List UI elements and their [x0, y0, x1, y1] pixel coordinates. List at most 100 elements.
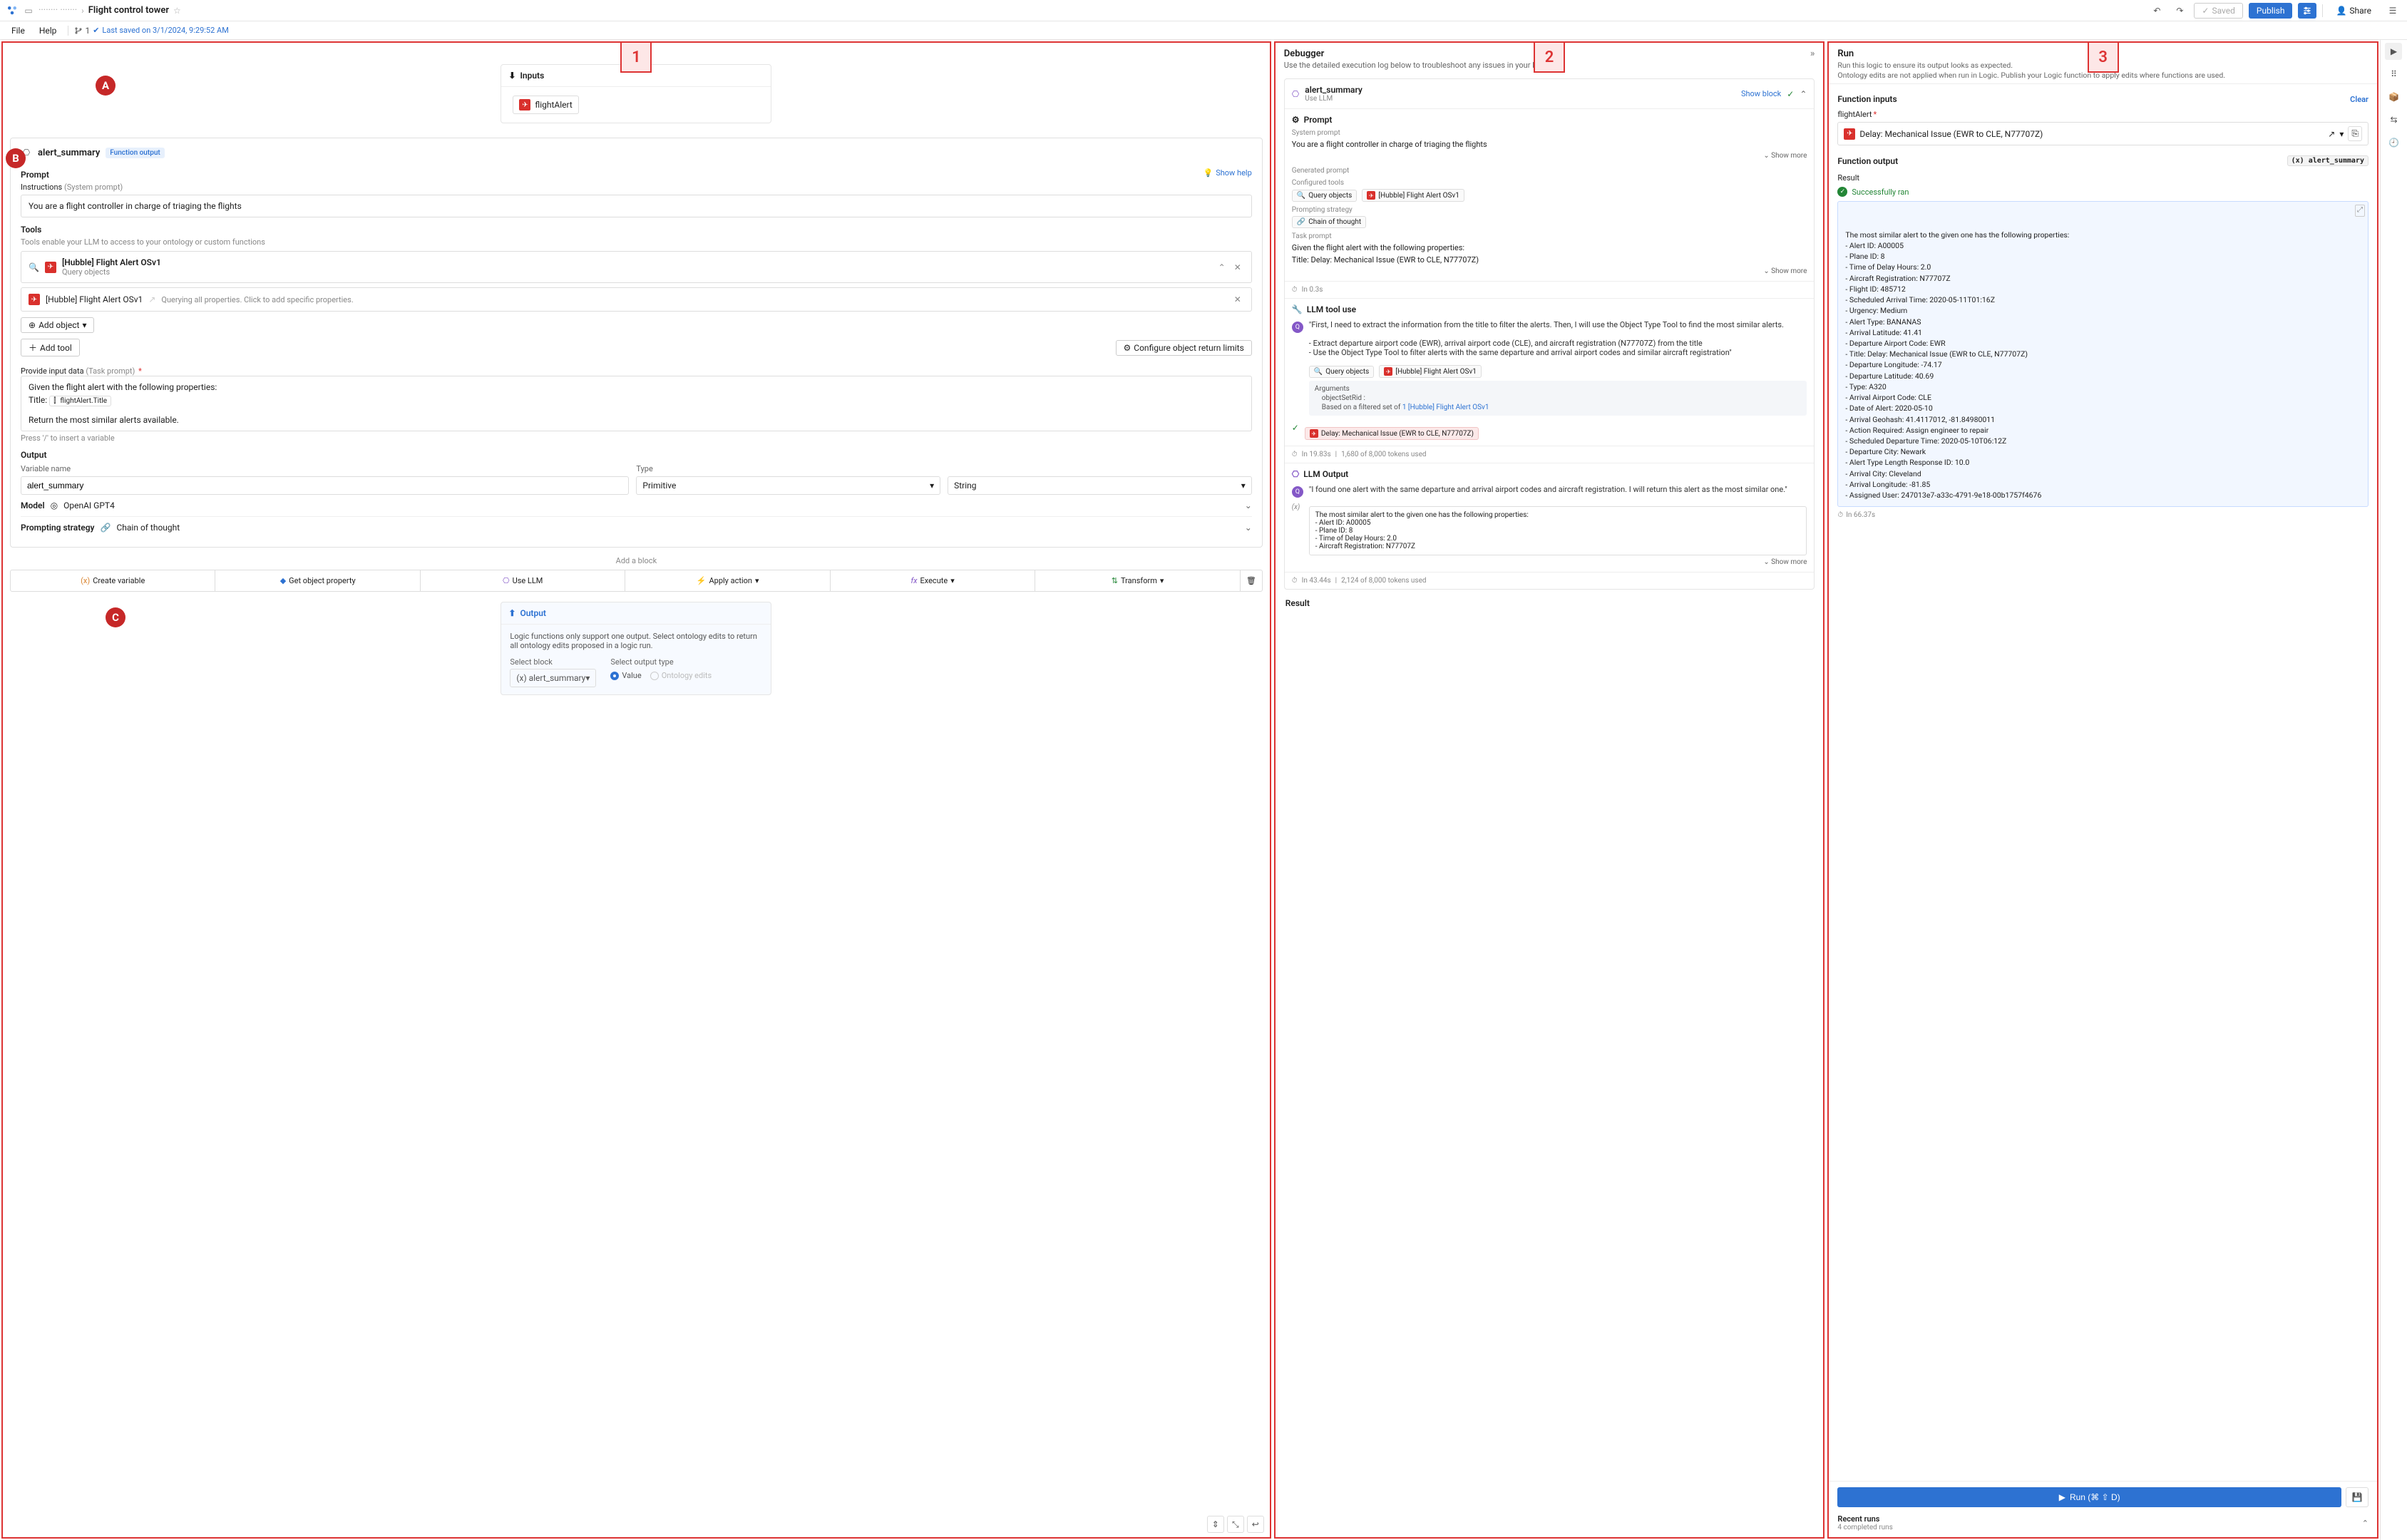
task-prompt-l1: Given the flight alert with the followin…: [1292, 243, 1807, 252]
task-prompt-input[interactable]: Given the flight alert with the followin…: [21, 376, 1252, 431]
app-logo-icon[interactable]: [6, 4, 19, 17]
tool-query-hint[interactable]: Querying all properties. Click to add sp…: [161, 295, 1225, 304]
expand-icon[interactable]: ⤢: [2355, 205, 2365, 217]
show-more-link[interactable]: ⌄ Show more: [1292, 152, 1807, 160]
close-icon[interactable]: ✕: [1231, 262, 1244, 272]
redo-icon[interactable]: ↷: [2171, 2, 2188, 19]
input-variable-chip[interactable]: ✈ flightAlert: [513, 96, 578, 114]
select-block-label: Select block: [510, 657, 596, 667]
expand-vert-icon[interactable]: ⇕: [1207, 1516, 1224, 1533]
execute-button[interactable]: fxExecute ▾: [831, 570, 1035, 591]
panel-number-3: 3: [2088, 41, 2119, 73]
task-variable-chip[interactable]: ⫿ flightAlert.Title: [49, 396, 111, 406]
save-run-button[interactable]: 💾: [2346, 1487, 2368, 1507]
output-icon: ⬆: [508, 608, 515, 618]
file-menu[interactable]: File: [6, 24, 31, 37]
chevron-down-icon[interactable]: ⌄: [1245, 500, 1252, 510]
timer-icon: ⏱: [1292, 451, 1298, 458]
chevron-down-icon[interactable]: ⌄: [1245, 523, 1252, 533]
tools-title: Tools: [21, 225, 1252, 235]
use-llm-button[interactable]: ⎔Use LLM: [421, 570, 625, 591]
spacer: [948, 464, 1252, 473]
transform-button[interactable]: ⇅Transform ▾: [1035, 570, 1240, 591]
breadcrumb-parent[interactable]: ········ ·······: [39, 5, 77, 16]
share-button[interactable]: 👤 Share: [2329, 4, 2378, 18]
llm-block-icon: ⎔: [1292, 89, 1299, 99]
instructions-label: Instructions: [21, 183, 62, 192]
external-link-icon[interactable]: ↗: [148, 294, 155, 304]
undo-icon[interactable]: ↶: [2148, 2, 2165, 19]
branch-indicator[interactable]: 1: [74, 26, 90, 36]
chip-query-objects: 🔍 Query objects: [1309, 366, 1375, 378]
select-block-dropdown[interactable]: (x) alert_summary▾: [510, 669, 596, 687]
debug-icon[interactable]: ⠿: [2385, 66, 2402, 83]
show-more-link[interactable]: ⌄ Show more: [1292, 267, 1807, 275]
add-tool-button[interactable]: ＋ Add tool: [21, 339, 80, 356]
args-link[interactable]: 1 [Hubble] Flight Alert OSv1: [1402, 404, 1489, 411]
result-label: Result: [1837, 173, 2368, 183]
play-icon[interactable]: ▶: [2385, 43, 2402, 60]
clear-link[interactable]: Clear: [2350, 95, 2368, 104]
delete-block-button[interactable]: 🗑: [1241, 570, 1262, 591]
block-title: alert_summary: [38, 148, 100, 158]
chevron-up-icon[interactable]: ⌃: [2362, 1519, 2368, 1528]
apply-action-button[interactable]: ⚡Apply action ▾: [625, 570, 830, 591]
add-object-button[interactable]: ⊕ Add object ▾: [21, 317, 94, 333]
history-icon[interactable]: 🕘: [2385, 134, 2402, 151]
tool-sub: Query objects: [62, 267, 161, 277]
letter-badge-c: C: [106, 607, 125, 627]
fx-badge: (x): [1292, 503, 1303, 555]
result-box: ⤢ The most similar alert to the given on…: [1837, 201, 2368, 507]
radio-value[interactable]: Value: [610, 671, 641, 680]
prompt-section-title: Prompt: [21, 170, 49, 180]
llm-output-preview: The most similar alert to the given one …: [1309, 506, 1807, 555]
model-value: OpenAI GPT4: [63, 500, 115, 510]
timer-3a: In 43.44s: [1302, 577, 1331, 585]
output-card-desc: Logic functions only support one output.…: [510, 632, 762, 650]
help-menu[interactable]: Help: [34, 24, 63, 37]
generated-prompt-label: Generated prompt: [1292, 167, 1807, 175]
arguments-box: Arguments objectSetRid : Based on a filt…: [1309, 381, 1807, 416]
collapse-icon[interactable]: ⤡: [1227, 1516, 1244, 1533]
observation-chip: ✈Delay: Mechanical Issue (EWR to CLE, N7…: [1305, 427, 1479, 440]
type-primitive-select[interactable]: Primitive▾: [636, 476, 940, 495]
saved-status: ✓ Saved: [2194, 3, 2243, 19]
panel-number-1: 1: [620, 41, 652, 73]
tool-row-collapsed[interactable]: 🔍 ✈ [Hubble] Flight Alert OSv1 Query obj…: [21, 251, 1252, 283]
timer-icon: ⏱: [1292, 286, 1298, 294]
open-icon[interactable]: ↗: [2328, 129, 2335, 139]
return-icon[interactable]: ↩: [1247, 1516, 1264, 1533]
task-label: Provide input data: [21, 366, 84, 376]
show-more-link[interactable]: ⌄ Show more: [1292, 558, 1807, 566]
success-indicator: ✓Successfully ran: [1837, 187, 2368, 197]
pick-object-icon[interactable]: ⎘: [2348, 126, 2362, 141]
close-icon[interactable]: ✕: [1231, 294, 1244, 304]
chevron-up-icon[interactable]: ⌃: [1218, 262, 1226, 272]
radio-ontology[interactable]: Ontology edits: [650, 671, 712, 680]
show-block-link[interactable]: Show block: [1741, 89, 1781, 98]
collapse-panel-icon[interactable]: »: [1810, 48, 1815, 59]
chevron-up-icon[interactable]: ⌃: [1800, 89, 1807, 99]
right-rail: ▶ ⠿ 📦 ⇆ 🕘: [2380, 40, 2407, 1540]
llm-output-title: LLM Output: [1303, 469, 1348, 479]
publish-button[interactable]: Publish: [2249, 3, 2293, 19]
flight-alert-input[interactable]: ✈ Delay: Mechanical Issue (EWR to CLE, N…: [1837, 122, 2368, 145]
variable-name-input[interactable]: [21, 476, 629, 495]
settings-sliders-icon[interactable]: [2298, 3, 2316, 19]
package-icon[interactable]: 📦: [2385, 88, 2402, 106]
system-prompt-label: System prompt: [1292, 129, 1807, 137]
configure-limits-button[interactable]: ⚙ Configure object return limits: [1116, 340, 1252, 356]
system-prompt-input[interactable]: You are a flight controller in charge of…: [21, 195, 1252, 217]
var-name-label: Variable name: [21, 464, 629, 473]
run-button[interactable]: ▶ Run (⌘ ⇧ D): [1837, 1487, 2341, 1507]
get-property-button[interactable]: ◆Get object property: [215, 570, 420, 591]
chain-icon: 🔗: [101, 523, 111, 533]
create-variable-button[interactable]: (x)Create variable: [11, 570, 215, 591]
letter-badge-b: B: [6, 148, 26, 168]
type-string-select[interactable]: String▾: [948, 476, 1252, 495]
list-icon[interactable]: ☰: [2384, 2, 2401, 19]
chevron-down-icon[interactable]: ▾: [2339, 129, 2344, 139]
star-icon[interactable]: ☆: [173, 6, 181, 16]
show-help-link[interactable]: 💡 Show help: [1203, 168, 1251, 178]
compare-icon[interactable]: ⇆: [2385, 111, 2402, 128]
